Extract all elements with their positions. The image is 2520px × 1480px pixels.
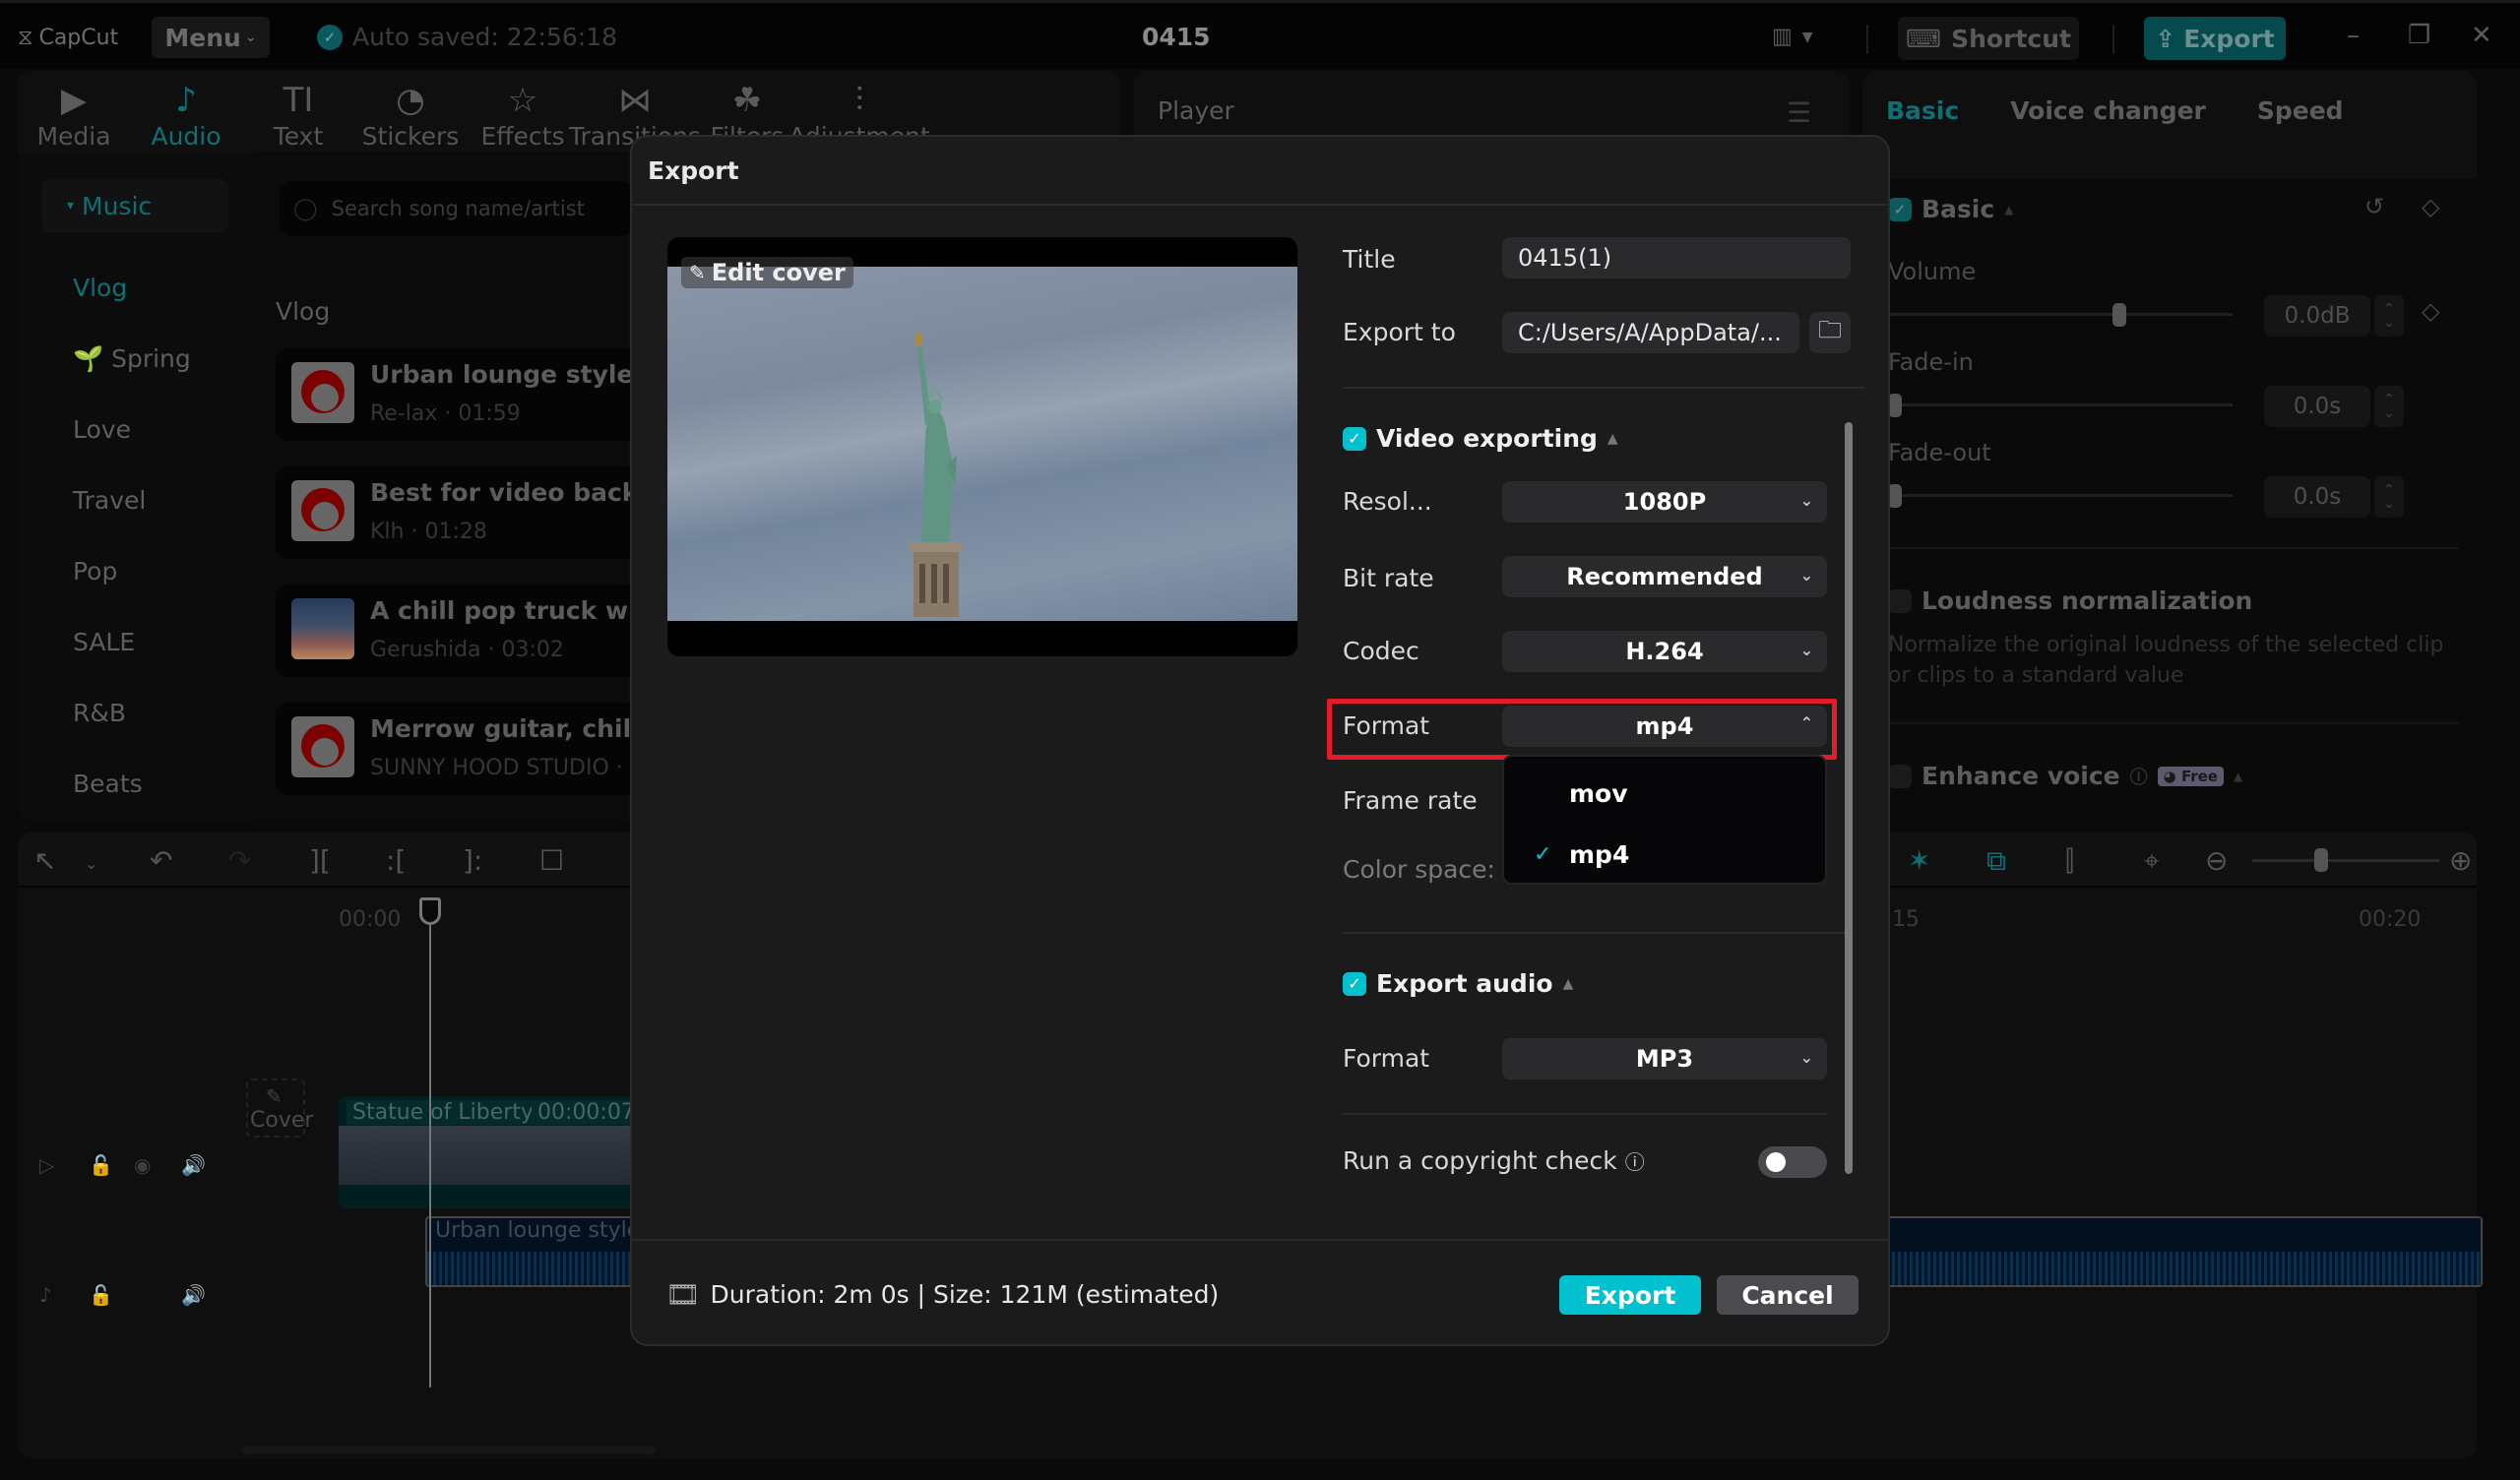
cover-preview: ✎ Edit cover: [667, 237, 1297, 656]
copyright-check-label: Run a copyright check ⓘ: [1343, 1146, 1645, 1175]
cancel-button[interactable]: Cancel: [1717, 1275, 1858, 1315]
bitrate-select[interactable]: Recommended ⌄: [1502, 556, 1827, 597]
codec-label: Codec: [1343, 637, 1419, 665]
export-info: 🎞 Duration: 2m 0s | Size: 121M (estimate…: [665, 1278, 1220, 1311]
resolution-select[interactable]: 1080P ⌄: [1502, 481, 1827, 523]
chevron-down-icon: ⌄: [1799, 566, 1813, 585]
codec-select[interactable]: H.264 ⌄: [1502, 631, 1827, 672]
statue-of-liberty-image: [910, 332, 963, 617]
caret-up-icon: ▲: [1562, 975, 1574, 992]
divider: [1343, 1113, 1827, 1115]
chevron-down-icon: ⌄: [1799, 1048, 1813, 1067]
format-option-mp4[interactable]: ✓ mp4: [1504, 828, 1825, 881]
format-dropdown: mov ✓ mp4: [1502, 755, 1827, 885]
divider: [1343, 387, 1864, 389]
audio-format-select[interactable]: MP3 ⌄: [1502, 1038, 1827, 1079]
bitrate-label: Bit rate: [1343, 564, 1434, 592]
color-space-label: Color space: S: [1343, 855, 1519, 884]
chevron-down-icon: ⌄: [1799, 641, 1813, 659]
export-button[interactable]: Export: [1559, 1275, 1701, 1315]
resolution-label: Resol...: [1343, 487, 1432, 516]
checkbox-checked-icon[interactable]: ✓: [1343, 426, 1366, 451]
export-to-label: Export to: [1343, 318, 1456, 346]
divider: [632, 1239, 1888, 1241]
dialog-title: Export: [648, 156, 739, 185]
dialog-scrollbar[interactable]: [1845, 422, 1853, 1174]
format-highlight: [1327, 699, 1837, 760]
checkbox-checked-icon[interactable]: ✓: [1343, 971, 1366, 996]
divider: [632, 204, 1888, 206]
format-option-mov[interactable]: mov: [1504, 767, 1825, 820]
pencil-icon: ✎: [689, 261, 706, 284]
frame-rate-label: Frame rate: [1343, 786, 1478, 815]
caret-up-icon: ▲: [1606, 430, 1618, 447]
cover-image: [667, 267, 1297, 621]
edit-cover-button[interactable]: ✎ Edit cover: [681, 257, 853, 288]
toggle-knob: [1766, 1152, 1786, 1172]
check-icon: ✓: [1534, 841, 1552, 867]
title-input[interactable]: 0415(1): [1502, 237, 1851, 278]
film-icon: 🎞: [665, 1278, 701, 1311]
folder-icon[interactable]: 🗀: [1809, 312, 1851, 353]
divider: [1343, 932, 1845, 934]
export-dialog: Export ✎ Edit cover Title 0415(1) Export…: [630, 135, 1890, 1346]
audio-format-label: Format: [1343, 1044, 1430, 1073]
help-icon[interactable]: ⓘ: [1625, 1150, 1645, 1174]
chevron-down-icon: ⌄: [1799, 491, 1813, 510]
title-label: Title: [1343, 245, 1396, 274]
video-exporting-header[interactable]: ✓ Video exporting ▲: [1343, 424, 1618, 453]
copyright-toggle[interactable]: [1758, 1146, 1827, 1178]
export-audio-header[interactable]: ✓ Export audio ▲: [1343, 969, 1573, 998]
export-path-input[interactable]: C:/Users/A/AppData/...: [1502, 312, 1799, 353]
